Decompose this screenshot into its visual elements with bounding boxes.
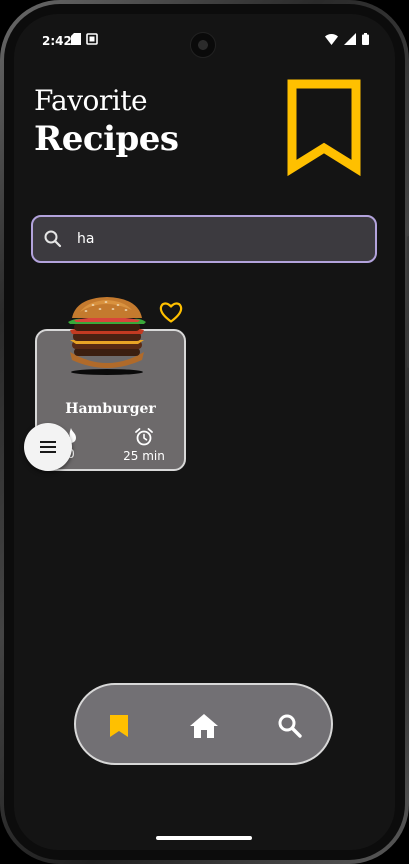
notification-icons — [71, 33, 98, 45]
page-title-line1: Favorite — [34, 84, 148, 117]
signal-icon — [344, 33, 356, 45]
bookmark-icon — [110, 715, 128, 737]
page-title: Favorite Recipes — [34, 84, 179, 159]
status-bar: 2:42 — [14, 14, 395, 66]
nav-search[interactable] — [273, 709, 307, 743]
alarm-icon — [135, 428, 153, 446]
nav-favorites[interactable] — [102, 709, 136, 743]
battery-icon — [362, 33, 369, 45]
search-icon — [44, 230, 62, 248]
recipe-time-value: 25 min — [123, 449, 165, 463]
system-icons — [325, 33, 369, 45]
menu-button[interactable] — [24, 423, 72, 471]
search-bar[interactable] — [31, 215, 377, 263]
wifi-icon — [325, 33, 338, 45]
front-camera — [190, 32, 216, 58]
page-title-line2: Recipes — [34, 119, 179, 159]
hamburger-image — [68, 297, 146, 375]
screenshot-icon — [86, 33, 98, 45]
bookmark-icon — [287, 79, 361, 177]
home-icon — [190, 714, 218, 738]
phone-frame: 2:42 Favorite Recipes ha Hamburger 0 25 … — [0, 0, 409, 864]
menu-icon — [40, 441, 56, 453]
favorite-heart-icon[interactable] — [158, 300, 184, 324]
status-time: 2:42 — [42, 34, 72, 48]
app-screen: 2:42 Favorite Recipes ha Hamburger 0 25 … — [14, 14, 395, 850]
nav-home[interactable] — [187, 709, 221, 743]
search-icon — [278, 714, 302, 738]
recipe-time: 25 min — [121, 427, 167, 463]
sd-card-icon — [71, 33, 81, 45]
recipe-name: Hamburger — [65, 401, 156, 417]
home-indicator[interactable] — [156, 836, 252, 840]
search-input[interactable] — [77, 231, 337, 247]
bottom-navigation — [74, 683, 333, 765]
